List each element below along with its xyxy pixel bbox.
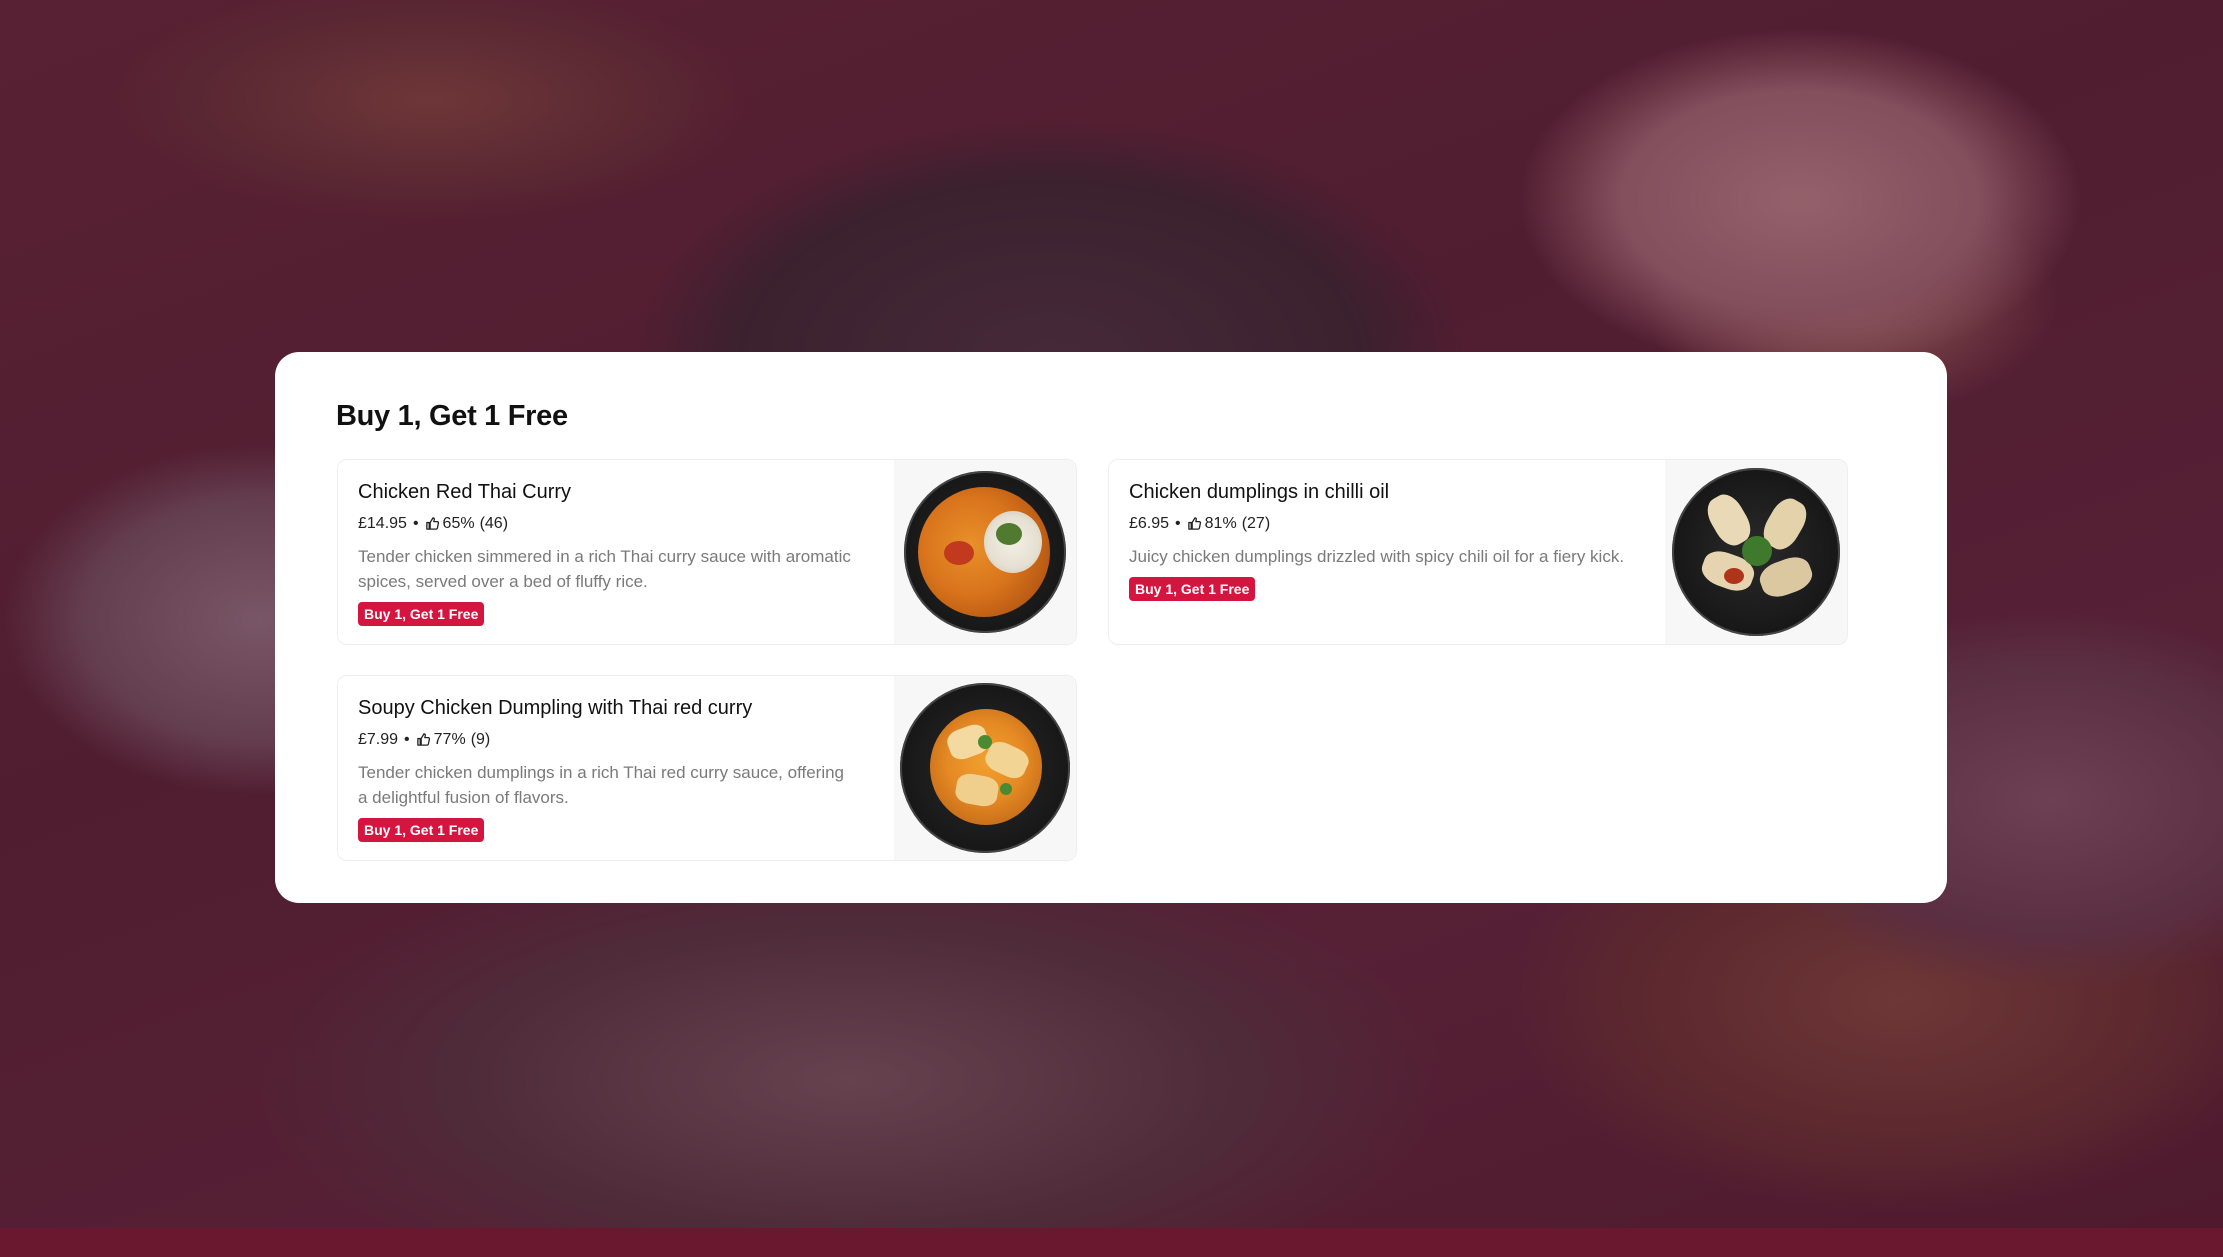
menu-item-review-count: (9)	[470, 731, 491, 748]
menu-item-meta: £6.95 • 81% (27)	[1129, 514, 1629, 534]
offer-badge: Buy 1, Get 1 Free	[358, 818, 485, 842]
menu-item-description: Tender chicken dumplings in a rich Thai …	[358, 763, 845, 807]
menu-item-info: Chicken dumplings in chilli oil £6.95 • …	[1129, 480, 1629, 601]
thumbs-up-icon	[425, 516, 439, 530]
menu-item-chicken-dumplings-in-chilli-oil[interactable]: Chicken dumplings in chilli oil £6.95 • …	[1108, 459, 1848, 645]
thumbs-up-icon	[416, 732, 430, 746]
menu-item-rating: 65%	[442, 515, 475, 532]
menu-item-review-count: (46)	[479, 515, 509, 532]
menu-item-meta: £7.99 • 77% (9)	[358, 730, 858, 750]
menu-item-rating: 77%	[433, 731, 466, 748]
section-title: Buy 1, Get 1 Free	[336, 400, 568, 432]
menu-item-price: £7.99	[358, 731, 399, 748]
menu-item-name: Soupy Chicken Dumpling with Thai red cur…	[358, 697, 753, 719]
meta-separator: •	[1175, 515, 1181, 532]
menu-item-image	[1672, 468, 1840, 636]
menu-item-image-area	[1665, 460, 1847, 644]
menu-item-image-area	[894, 460, 1076, 644]
menu-item-image	[904, 471, 1066, 633]
menu-item-image	[900, 683, 1070, 853]
meta-separator: •	[412, 515, 419, 532]
menu-item-description: Tender chicken simmered in a rich Thai c…	[358, 547, 851, 591]
menu-item-price: £14.95	[358, 515, 407, 532]
menu-item-info: Soupy Chicken Dumpling with Thai red cur…	[358, 696, 858, 842]
menu-item-info: Chicken Red Thai Curry £14.95 • 65% (46)…	[358, 480, 858, 626]
menu-item-name: Chicken Red Thai Curry	[358, 481, 572, 503]
offers-card: Buy 1, Get 1 Free Chicken Red Thai Curry…	[275, 352, 1947, 903]
bottom-bar	[0, 1228, 2223, 1257]
menu-item-name: Chicken dumplings in chilli oil	[1129, 481, 1390, 503]
menu-item-soupy-chicken-dumpling[interactable]: Soupy Chicken Dumpling with Thai red cur…	[337, 675, 1077, 861]
offer-badge: Buy 1, Get 1 Free	[358, 602, 485, 626]
menu-item-review-count: (27)	[1241, 515, 1271, 532]
offer-badge: Buy 1, Get 1 Free	[1129, 577, 1256, 601]
menu-item-price: £6.95	[1129, 515, 1170, 532]
menu-item-rating: 81%	[1204, 515, 1237, 532]
thumbs-up-icon	[1187, 516, 1201, 530]
menu-item-meta: £14.95 • 65% (46)	[358, 514, 858, 534]
menu-item-chicken-red-thai-curry[interactable]: Chicken Red Thai Curry £14.95 • 65% (46)…	[337, 459, 1077, 645]
page: Buy 1, Get 1 Free Chicken Red Thai Curry…	[0, 0, 2223, 1257]
menu-item-image-area	[894, 676, 1076, 860]
meta-separator: •	[404, 731, 410, 748]
menu-item-description: Juicy chicken dumplings drizzled with sp…	[1129, 547, 1625, 566]
